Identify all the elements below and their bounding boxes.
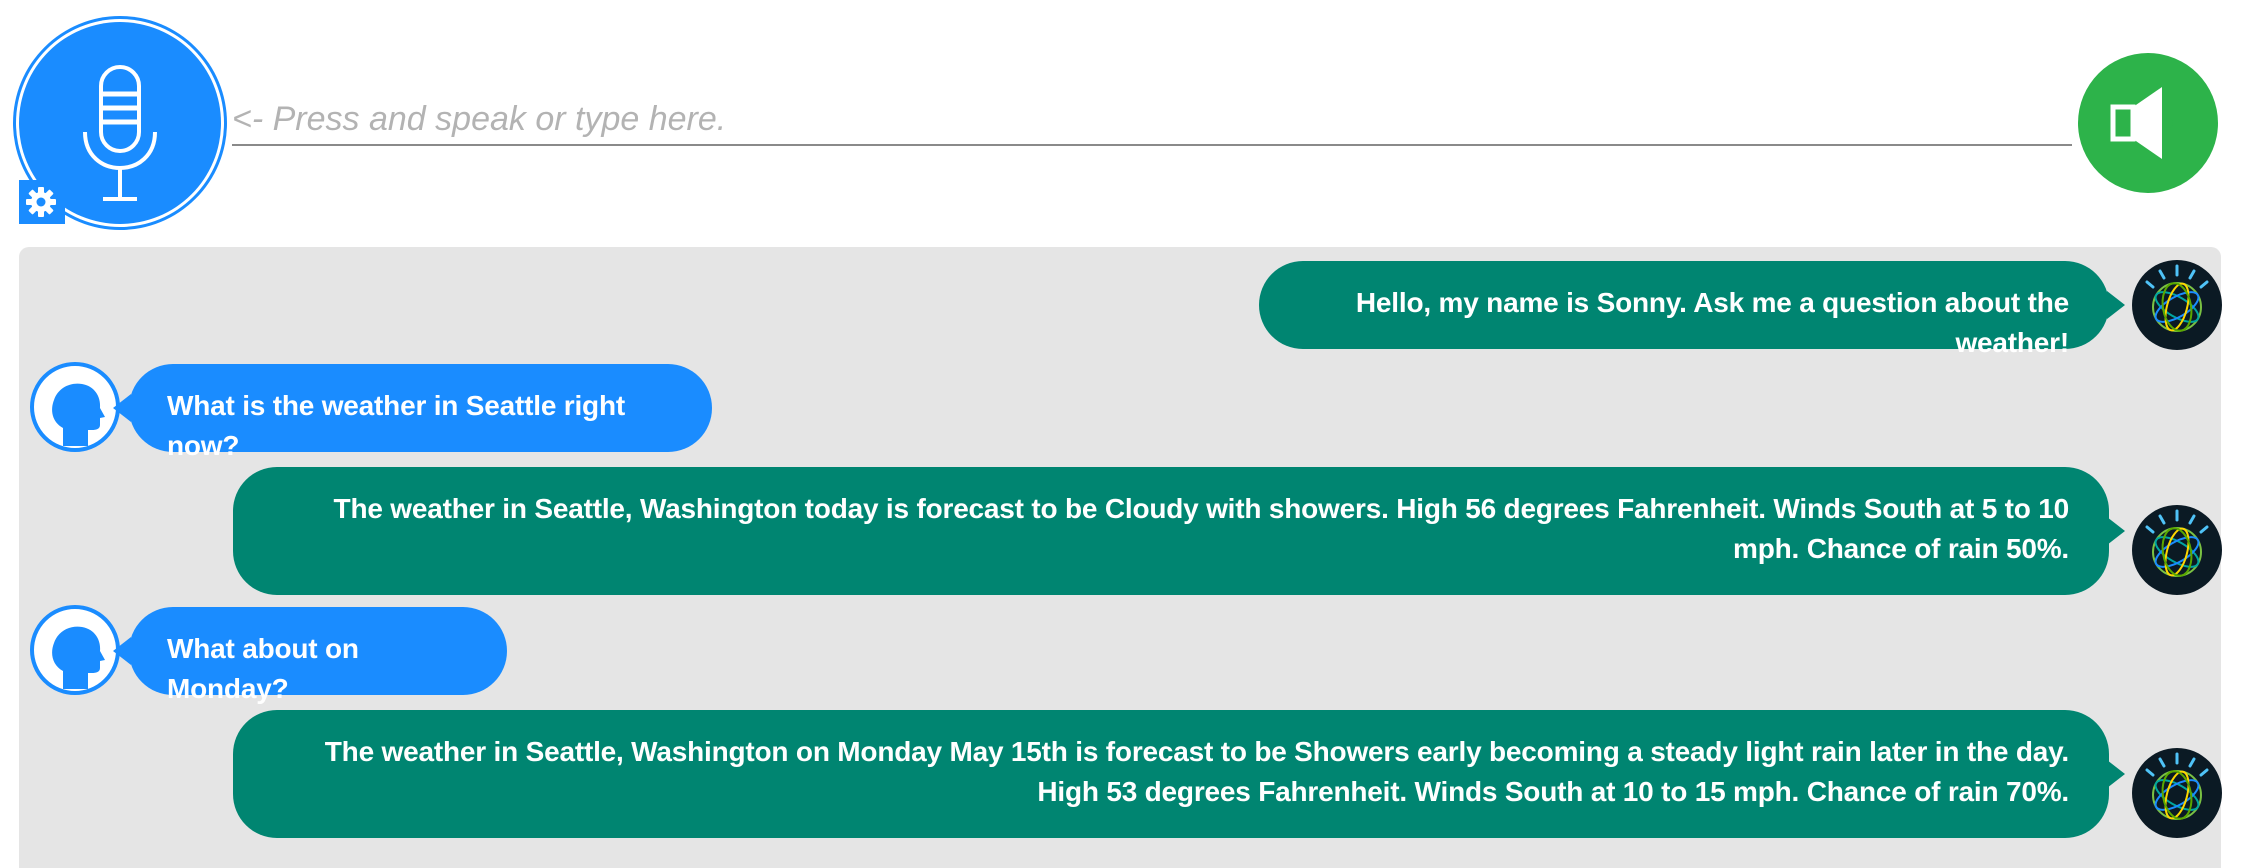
bot-avatar (2132, 748, 2222, 838)
gear-icon (26, 187, 56, 217)
bot-avatar (2132, 505, 2222, 595)
user-head-icon (30, 362, 120, 452)
message-input-container (232, 96, 2072, 146)
speaker-toggle-button[interactable] (2078, 53, 2218, 193)
bot-avatar (2132, 260, 2222, 350)
bot-message-bubble: The weather in Seattle, Washington today… (233, 467, 2125, 595)
speaker-icon (2110, 87, 2173, 159)
bot-message-text: The weather in Seattle, Washington today… (333, 493, 2070, 564)
watson-avatar-icon (2132, 260, 2222, 350)
bot-message-text: Hello, my name is Sonny. Ask me a questi… (1355, 287, 2069, 358)
user-head-icon (30, 605, 120, 695)
user-message-bubble: What is the weather in Seattle right now… (113, 364, 712, 461)
user-avatar (30, 605, 120, 695)
user-message-text: What about on Monday? (167, 633, 359, 704)
settings-button[interactable] (19, 180, 65, 224)
bot-message-bubble: The weather in Seattle, Washington on Mo… (233, 710, 2125, 838)
watson-avatar-icon (2132, 505, 2222, 595)
user-message-bubble: What about on Monday? (113, 607, 507, 704)
bot-message-text: The weather in Seattle, Washington on Mo… (324, 736, 2069, 807)
bot-message-bubble: Hello, my name is Sonny. Ask me a questi… (1259, 261, 2125, 358)
user-message-text: What is the weather in Seattle right now… (167, 390, 625, 461)
voice-chat-app: Hello, my name is Sonny. Ask me a questi… (0, 0, 2246, 868)
message-input[interactable] (232, 96, 2072, 142)
user-avatar (30, 362, 120, 452)
watson-avatar-icon (2132, 748, 2222, 838)
conversation-panel: Hello, my name is Sonny. Ask me a questi… (19, 247, 2222, 868)
